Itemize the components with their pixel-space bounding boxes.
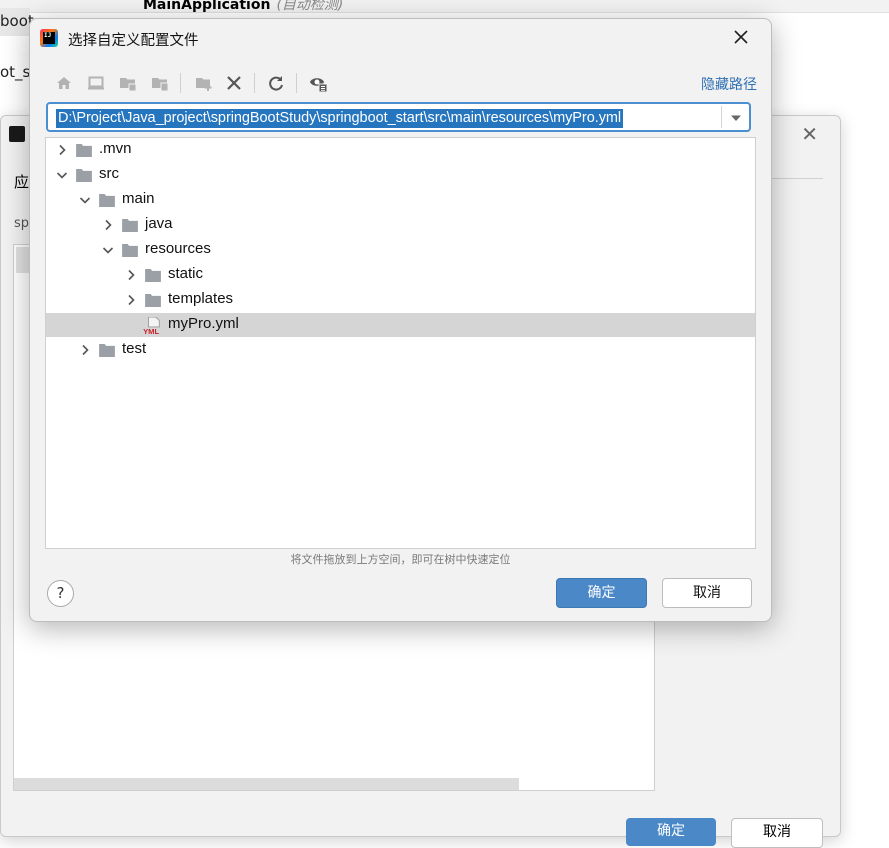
tree-item-label: static [168, 265, 204, 282]
tree-folder-row[interactable]: .mvn [46, 138, 755, 162]
tree-file-row[interactable]: YML myPro.yml [46, 313, 755, 337]
new-folder-button[interactable] [192, 71, 216, 95]
tree-item-label: templates [168, 290, 234, 307]
tree-folder-row[interactable]: templates [46, 288, 755, 312]
dialog-title: 选择自定义配置文件 [68, 33, 199, 49]
tree-folder-row[interactable]: resources [46, 238, 755, 262]
refresh-button[interactable] [264, 71, 288, 95]
desktop-button[interactable] [84, 71, 108, 95]
chevron-right-icon[interactable] [54, 142, 70, 158]
help-button[interactable]: ? [47, 580, 74, 607]
refresh-icon [269, 76, 283, 91]
drag-drop-hint: 将文件拖放到上方空间，即可在树中快速定位 [290, 553, 511, 566]
tree-folder-row[interactable]: test [46, 338, 755, 362]
file-tree[interactable]: .mvn src main java resources static templates Y… [45, 137, 756, 549]
hide-path-link[interactable]: 隐藏路径 [701, 74, 757, 94]
close-button[interactable] [729, 25, 753, 49]
project-folder-icon [120, 78, 137, 92]
chevron-down-icon[interactable] [100, 242, 116, 258]
home-button[interactable] [52, 71, 76, 95]
tree-item-label: main [122, 190, 155, 207]
desktop-icon [88, 76, 104, 90]
yml-file-icon: YML [143, 317, 160, 335]
background-label-2: sp [14, 216, 30, 231]
toolbar-separator [296, 73, 297, 93]
background-ok-button: 确定 [626, 818, 716, 846]
chevron-down-icon[interactable] [54, 167, 70, 183]
delete-button[interactable] [222, 71, 246, 95]
folder-icon [76, 169, 92, 182]
delete-icon [227, 76, 241, 90]
tree-folder-row[interactable]: java [46, 213, 755, 237]
home-icon [57, 77, 71, 89]
dialog-titlebar: IJ 选择自定义配置文件 [30, 19, 771, 59]
chevron-right-icon[interactable] [77, 342, 93, 358]
module-folder-icon [152, 78, 169, 92]
folder-icon [99, 194, 115, 207]
tree-folder-row[interactable]: main [46, 188, 755, 212]
background-run-config: MainApplication (自动检测) [143, 0, 343, 14]
new-folder-icon [196, 78, 212, 91]
tree-folder-row[interactable]: src [46, 163, 755, 187]
tree-item-label: .mvn [99, 140, 132, 157]
toolbar-separator [254, 73, 255, 93]
tree-item-label: src [99, 165, 119, 182]
background-left-label-2: ot_s [0, 63, 31, 81]
folder-icon [145, 269, 161, 282]
background-close-icon: ✕ [801, 122, 818, 146]
cancel-button[interactable]: 取消 [662, 578, 752, 608]
background-app-icon [9, 126, 25, 142]
background-label-1: 应 [14, 173, 30, 191]
tree-item-label: resources [145, 240, 211, 257]
background-run-config-strip [0, 0, 889, 13]
show-hidden-button[interactable] [306, 71, 330, 95]
toolbar-separator [180, 73, 181, 93]
folder-icon [76, 144, 92, 157]
file-chooser-toolbar [46, 69, 766, 97]
folder-icon [99, 344, 115, 357]
svg-text:YML: YML [143, 327, 159, 335]
show-hidden-icon [310, 78, 328, 93]
chevron-right-icon[interactable] [123, 292, 139, 308]
tree-item-label: java [145, 215, 173, 232]
run-config-hint: (自动检测) [276, 0, 344, 13]
folder-icon [122, 244, 138, 257]
tree-item-label: myPro.yml [168, 315, 239, 332]
folder-icon [145, 294, 161, 307]
module-folder-button[interactable] [148, 71, 172, 95]
chevron-right-icon[interactable] [123, 267, 139, 283]
path-dropdown-separator [721, 106, 722, 128]
project-folder-button[interactable] [116, 71, 140, 95]
run-config-name: MainApplication [143, 0, 271, 13]
chevron-down-icon[interactable] [77, 192, 93, 208]
chevron-right-icon[interactable] [100, 217, 116, 233]
tree-folder-row[interactable]: static [46, 263, 755, 287]
path-input[interactable]: D:\Project\Java_project\springBootStudy\… [46, 102, 751, 132]
tree-item-label: test [122, 340, 147, 357]
path-input-value[interactable]: D:\Project\Java_project\springBootStudy\… [56, 109, 624, 128]
background-cancel-button: 取消 [731, 818, 823, 848]
intellij-app-icon: IJ [40, 29, 58, 47]
path-history-dropdown[interactable] [728, 110, 744, 126]
background-panel-scrollbar [14, 778, 519, 790]
chevron-down-icon [731, 115, 741, 121]
ok-button[interactable]: 确定 [556, 578, 647, 608]
close-icon [734, 30, 748, 44]
choose-config-file-dialog: IJ 选择自定义配置文件 隐藏路径 D:\Project\Java_projec… [29, 18, 772, 622]
folder-icon [122, 219, 138, 232]
